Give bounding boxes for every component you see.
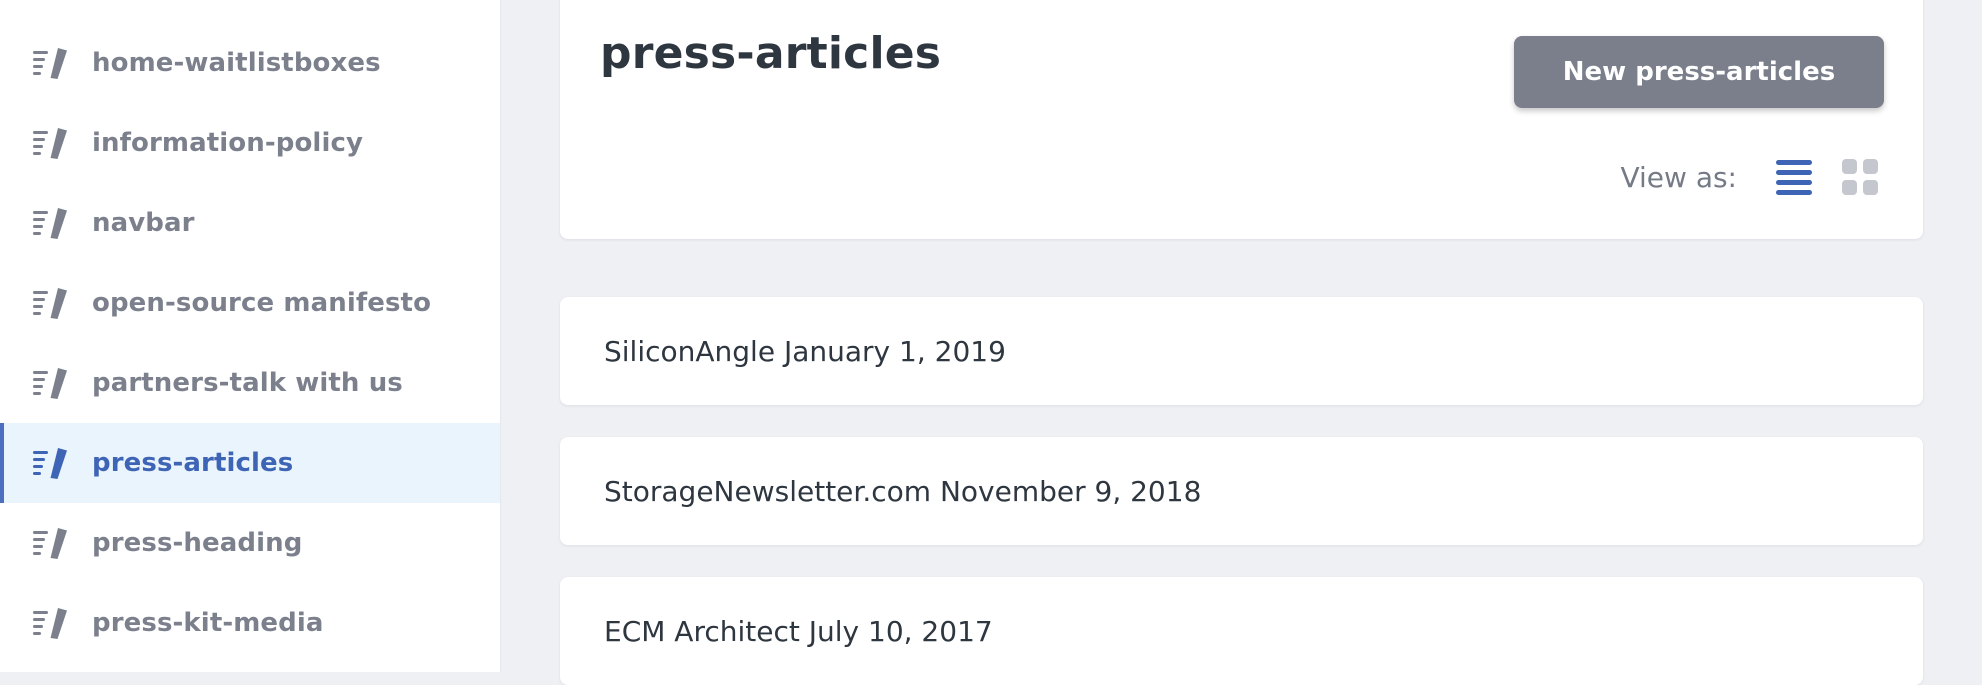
sidebar-item-navbar[interactable]: navbar [0, 183, 500, 263]
doc-edit-icon [32, 364, 70, 402]
sidebar-item-press-kit-media[interactable]: press-kit-media [0, 583, 500, 663]
doc-edit-icon [32, 524, 70, 562]
view-as-switcher: View as: [1620, 158, 1879, 196]
sidebar-item-label: press-articles [92, 448, 294, 478]
sidebar-item-information-policy[interactable]: information-policy [0, 103, 500, 183]
doc-edit-icon [32, 44, 70, 82]
doc-edit-icon [32, 444, 70, 482]
sidebar-item-label: press-heading [92, 528, 303, 558]
record-card[interactable]: StorageNewsletter.com November 9, 2018 [560, 437, 1923, 545]
page-title: press-articles [600, 28, 942, 79]
doc-edit-icon [32, 604, 70, 642]
collections-sidebar: home-waitlistboxes information-policy na… [0, 0, 501, 672]
sidebar-item-home-waitlistboxes[interactable]: home-waitlistboxes [0, 23, 500, 103]
sidebar-list: home-waitlistboxes information-policy na… [0, 0, 500, 672]
grid-view-icon[interactable] [1841, 158, 1879, 196]
sidebar-item-press-heading[interactable]: press-heading [0, 503, 500, 583]
sidebar-item-partners-talk-with-us[interactable]: partners-talk with us [0, 343, 500, 423]
sidebar-item-label: partners-talk with us [92, 368, 403, 398]
record-title: StorageNewsletter.com November 9, 2018 [604, 474, 1202, 508]
sidebar-item-label: press-kit-media [92, 608, 324, 638]
record-title: ECM Architect July 10, 2017 [604, 614, 993, 648]
record-title: SiliconAngle January 1, 2019 [604, 334, 1006, 368]
sidebar-item-label: open-source manifesto [92, 288, 432, 318]
view-as-label: View as: [1620, 160, 1737, 194]
sidebar-item-label: home-waitlistboxes [92, 48, 381, 78]
sidebar-item-label: information-policy [92, 128, 364, 158]
sidebar-item-press-articles[interactable]: press-articles [0, 423, 500, 503]
sidebar-item-label: navbar [92, 208, 195, 238]
new-entry-button[interactable]: New press-articles [1514, 36, 1884, 108]
doc-edit-icon [32, 124, 70, 162]
sidebar-item-open-source-manifesto[interactable]: open-source manifesto [0, 263, 500, 343]
record-card[interactable]: ECM Architect July 10, 2017 [560, 577, 1923, 685]
record-card[interactable]: SiliconAngle January 1, 2019 [560, 297, 1923, 405]
doc-edit-icon [32, 284, 70, 322]
doc-edit-icon [32, 204, 70, 242]
collection-header-card: press-articles New press-articles View a… [560, 0, 1923, 239]
list-view-icon[interactable] [1775, 158, 1813, 196]
